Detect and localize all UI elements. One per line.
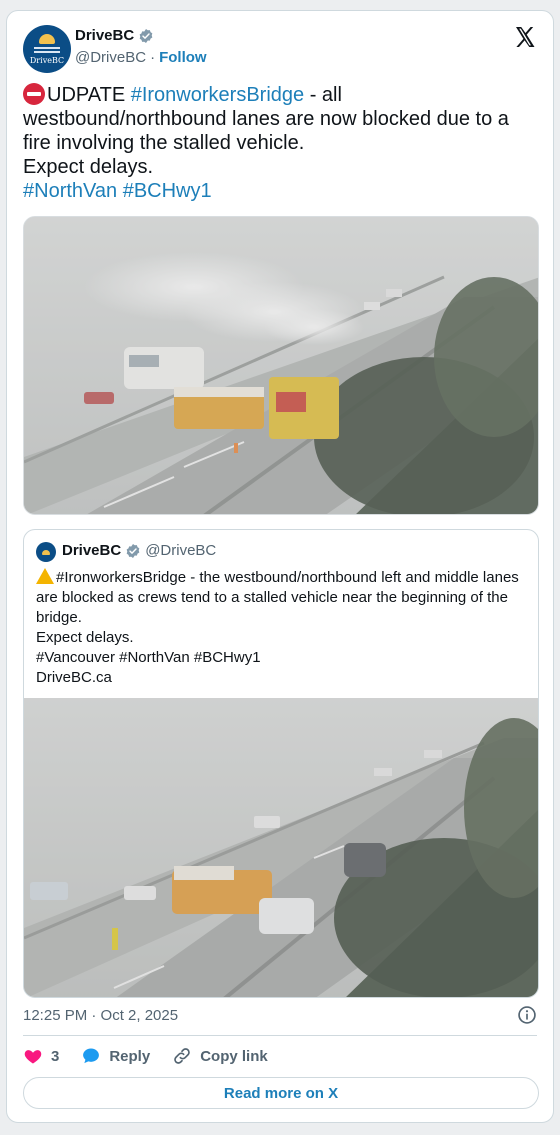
post-timestamp[interactable]: 12:25 PM · Oct 2, 2025 — [23, 1007, 178, 1024]
traffic-camera-photo[interactable] — [23, 216, 539, 515]
hashtag-link[interactable]: #IronworkersBridge — [131, 84, 304, 106]
post-text: UDPATE #IronworkersBridge - all westboun… — [23, 83, 539, 203]
no-entry-icon — [23, 83, 45, 105]
link-icon — [174, 1048, 190, 1064]
quoted-hashtags: #Vancouver #NorthVan #BCHwy1 — [36, 649, 261, 666]
crest-icon — [42, 549, 50, 555]
bridge-fire-image — [24, 217, 538, 514]
info-icon[interactable] — [517, 1005, 537, 1025]
copy-link-button[interactable]: Copy link — [172, 1046, 268, 1066]
verified-badge-icon — [139, 28, 153, 43]
quoted-author-name: DriveBC — [62, 542, 122, 559]
hashtag-link[interactable]: #NorthVan — [23, 180, 117, 202]
verified-badge-icon — [126, 543, 140, 558]
quoted-link: DriveBC.ca — [36, 669, 112, 686]
quoted-post-header: DriveBC @DriveBC — [62, 542, 216, 559]
author-display-name[interactable]: DriveBC — [75, 27, 134, 44]
hashtag-link[interactable]: #BCHwy1 — [123, 180, 212, 202]
post-actions: 3 Reply Copy link — [23, 1045, 290, 1067]
author-handle-row: @DriveBC · Follow — [75, 49, 207, 66]
handle-separator: · — [150, 49, 156, 66]
post-paragraph-1: UDPATE #IronworkersBridge - all westboun… — [23, 83, 509, 154]
quoted-post[interactable]: DriveBC @DriveBC #IronworkersBridge - th… — [23, 529, 539, 998]
read-more-button[interactable]: Read more on X — [23, 1077, 539, 1109]
reply-label: Reply — [109, 1047, 151, 1065]
heart-icon — [24, 1050, 42, 1064]
like-button[interactable]: 3 — [23, 1046, 59, 1066]
quoted-paragraph-1: #IronworkersBridge - the westbound/north… — [36, 568, 519, 626]
quoted-post-text: #IronworkersBridge - the westbound/north… — [36, 568, 528, 688]
follow-button[interactable]: Follow — [159, 49, 207, 66]
avatar-wordmark: DriveBC — [29, 55, 65, 65]
warning-icon — [36, 568, 54, 584]
quoted-paragraph-2: Expect delays. — [36, 629, 134, 646]
author-avatar[interactable]: DriveBC — [23, 25, 71, 73]
like-count: 3 — [51, 1047, 60, 1065]
reply-bubble-icon — [83, 1048, 100, 1064]
post-hashtags: #NorthVan #BCHwy1 — [23, 179, 539, 203]
author-name-row: DriveBC — [75, 27, 154, 44]
embedded-post-card: DriveBC DriveBC @DriveBC · Follow UDPATE… — [6, 10, 554, 1123]
post-paragraph-2: Expect delays. — [23, 156, 154, 178]
author-handle[interactable]: @DriveBC — [75, 49, 146, 66]
quoted-author-avatar — [36, 542, 56, 562]
copy-link-label: Copy link — [200, 1047, 268, 1065]
divider — [23, 1035, 537, 1036]
crest-icon — [39, 33, 55, 44]
x-logo-icon[interactable] — [513, 25, 537, 49]
bridge-traffic-image — [24, 698, 538, 997]
quoted-traffic-camera-photo — [24, 698, 538, 997]
quoted-author-handle: @DriveBC — [145, 542, 217, 559]
reply-button[interactable]: Reply — [81, 1046, 150, 1066]
